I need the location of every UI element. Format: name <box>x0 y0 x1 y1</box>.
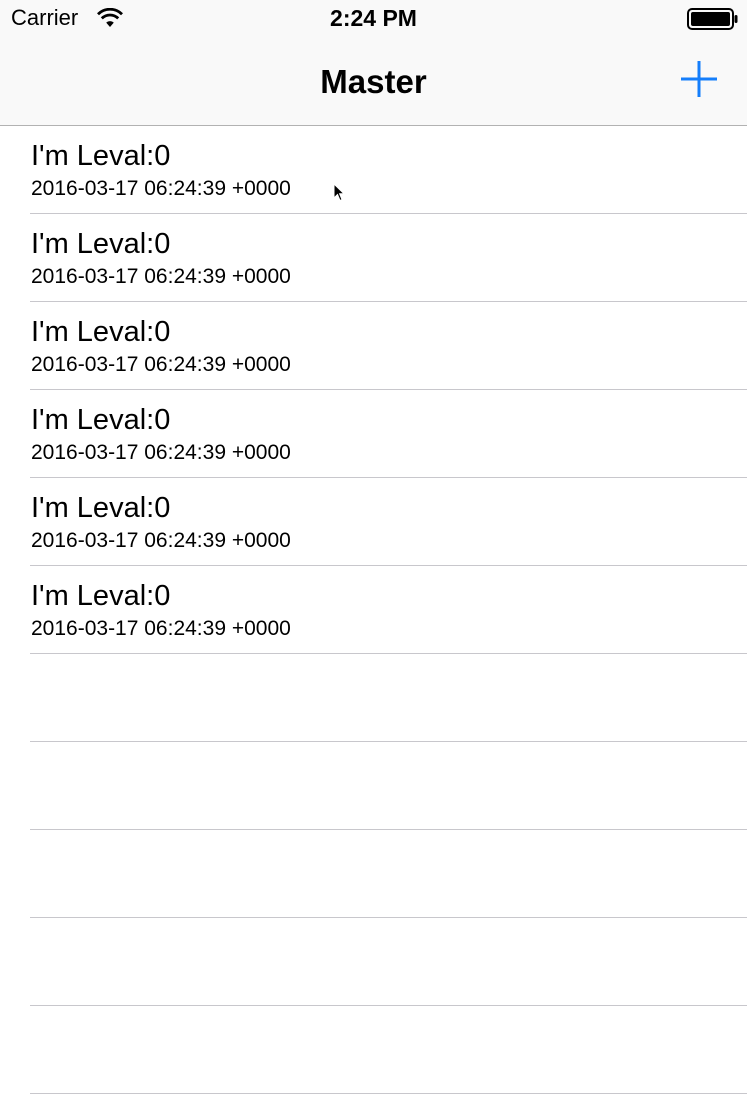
plus-icon <box>681 61 717 97</box>
row-title: I'm Leval:0 <box>31 580 171 612</box>
row-subtitle: 2016-03-17 06:24:39 +0000 <box>31 177 291 200</box>
empty-table-row <box>30 742 747 830</box>
row-subtitle: 2016-03-17 06:24:39 +0000 <box>31 617 291 640</box>
battery-icon <box>687 8 739 30</box>
row-subtitle: 2016-03-17 06:24:39 +0000 <box>31 265 291 288</box>
row-subtitle: 2016-03-17 06:24:39 +0000 <box>31 353 291 376</box>
table-row[interactable]: I'm Leval:0 2016-03-17 06:24:39 +0000 <box>30 302 747 390</box>
empty-table-row <box>30 830 747 918</box>
add-button[interactable] <box>676 56 722 102</box>
row-subtitle: 2016-03-17 06:24:39 +0000 <box>31 441 291 464</box>
row-title: I'm Leval:0 <box>31 316 171 348</box>
row-subtitle: 2016-03-17 06:24:39 +0000 <box>31 529 291 552</box>
page-title: Master <box>320 63 427 100</box>
mouse-cursor-icon <box>333 182 346 203</box>
row-title: I'm Leval:0 <box>31 140 171 172</box>
row-title: I'm Leval:0 <box>31 492 171 524</box>
master-table: I'm Leval:0 2016-03-17 06:24:39 +0000 I'… <box>0 126 747 1094</box>
table-row[interactable]: I'm Leval:0 2016-03-17 06:24:39 +0000 <box>30 214 747 302</box>
row-title: I'm Leval:0 <box>31 228 171 260</box>
empty-table-row <box>30 654 747 742</box>
table-row[interactable]: I'm Leval:0 2016-03-17 06:24:39 +0000 <box>30 478 747 566</box>
table-row[interactable]: I'm Leval:0 2016-03-17 06:24:39 +0000 <box>30 566 747 654</box>
status-bar: Carrier 2:24 PM <box>0 0 747 38</box>
table-row[interactable]: I'm Leval:0 2016-03-17 06:24:39 +0000 <box>30 390 747 478</box>
status-time: 2:24 PM <box>330 5 417 31</box>
row-title: I'm Leval:0 <box>31 404 171 436</box>
empty-table-row <box>30 918 747 1006</box>
table-row[interactable]: I'm Leval:0 2016-03-17 06:24:39 +0000 <box>30 126 747 214</box>
empty-table-row <box>30 1006 747 1094</box>
navigation-bar: Master <box>0 38 747 126</box>
